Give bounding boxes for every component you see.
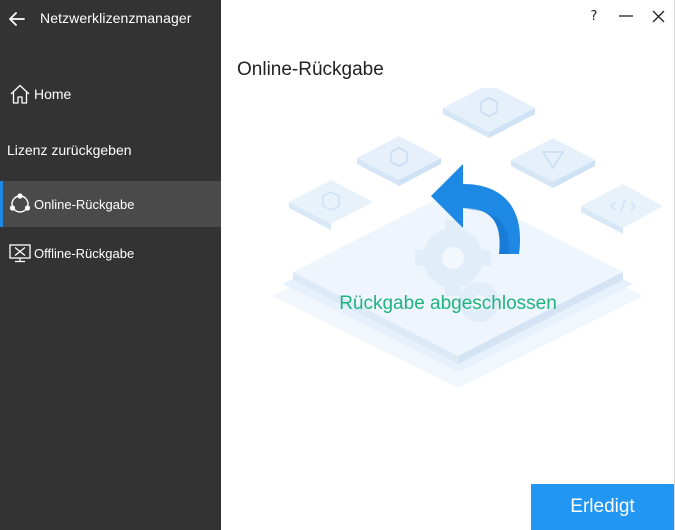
- page-title: Online-Rückgabe: [237, 59, 384, 80]
- close-icon[interactable]: [642, 0, 674, 32]
- sidebar-section-label: Lizenz zurückgeben: [7, 142, 132, 158]
- app-title: Netzwerklizenzmanager: [40, 10, 192, 26]
- back-arrow-icon[interactable]: [6, 8, 28, 30]
- minimize-icon[interactable]: [610, 0, 642, 32]
- status-message: Rückgabe abgeschlossen: [339, 293, 557, 314]
- sidebar-item-label: Home: [34, 86, 72, 102]
- window-controls: ?: [578, 0, 674, 32]
- monitor-disconnected-icon: [7, 240, 33, 266]
- home-icon: [7, 81, 33, 107]
- sidebar-item-label: Online-Rückgabe: [34, 196, 135, 212]
- sidebar-item-online-return[interactable]: Online-Rückgabe: [0, 181, 221, 227]
- sidebar: Netzwerklizenzmanager Home Lizenz zurück…: [0, 0, 221, 530]
- sidebar-item-home[interactable]: Home: [0, 71, 221, 117]
- return-complete-illustration: [273, 88, 663, 388]
- sidebar-item-offline-return[interactable]: Offline-Rückgabe: [0, 230, 221, 276]
- main-panel: ? Online-Rückgabe Rückgabe abgeschlossen…: [221, 0, 675, 530]
- done-button[interactable]: Erledigt: [531, 484, 674, 530]
- help-button[interactable]: ?: [578, 0, 610, 32]
- network-nodes-icon: [7, 191, 33, 217]
- sidebar-item-label: Offline-Rückgabe: [34, 245, 135, 261]
